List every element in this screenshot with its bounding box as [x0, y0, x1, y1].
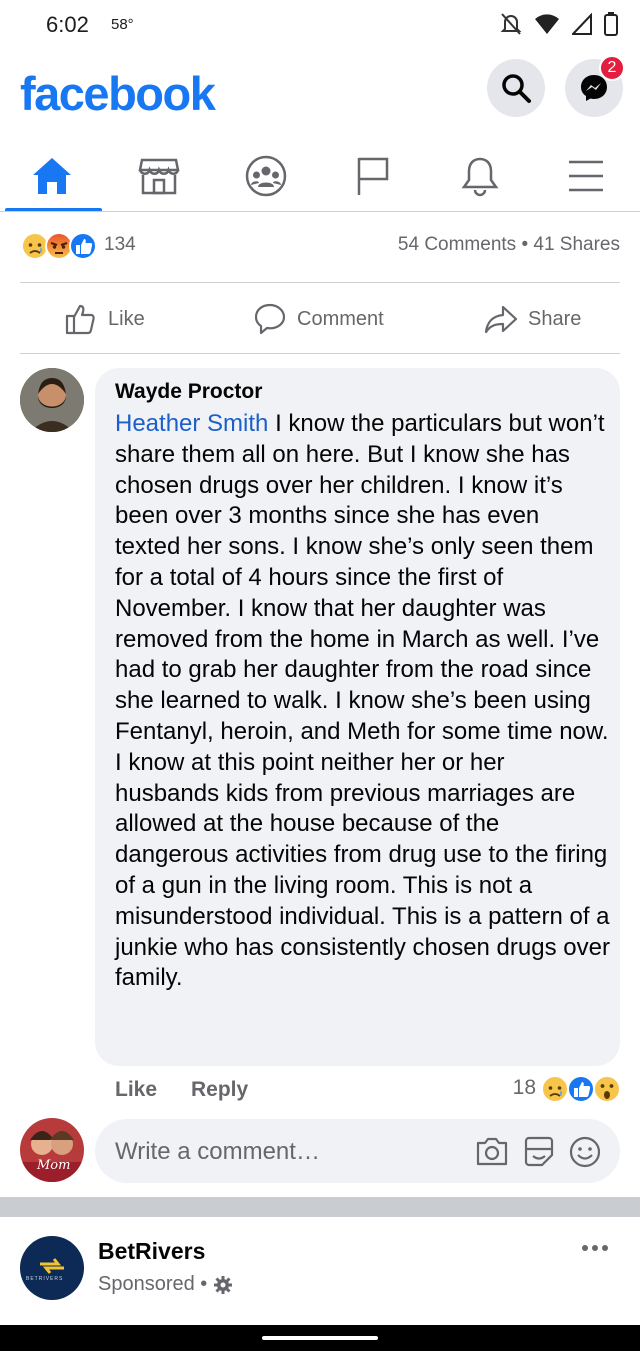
feed-separator: [0, 1197, 640, 1217]
comment-text: Heather Smith I know the particulars but…: [115, 409, 610, 994]
messenger-badge: 2: [599, 55, 625, 81]
comment-button[interactable]: Comment: [253, 302, 384, 336]
groups-icon: [245, 155, 287, 197]
wow-reaction-icon: [593, 1075, 621, 1103]
reaction-count[interactable]: 134: [104, 234, 136, 256]
commenter-avatar[interactable]: [20, 368, 84, 432]
my-avatar[interactable]: Mom: [20, 1118, 84, 1182]
comments-shares-count[interactable]: 54 Comments • 41 Shares: [398, 234, 620, 256]
divider: [20, 282, 620, 283]
tagged-user-link[interactable]: Heather Smith: [115, 410, 268, 437]
sponsor-logo-text: BETRIVERS: [26, 1276, 64, 1282]
sticker-icon[interactable]: [522, 1135, 556, 1169]
reaction-icons[interactable]: [20, 231, 100, 261]
marketplace-icon: [138, 158, 180, 195]
home-icon: [33, 158, 71, 194]
bell-icon: [461, 157, 499, 197]
comment-reply-button[interactable]: Reply: [191, 1078, 248, 1102]
status-icons: [500, 12, 618, 36]
share-label: Share: [528, 307, 582, 330]
wifi-icon: [535, 14, 559, 34]
camera-icon[interactable]: [475, 1135, 509, 1167]
status-time: 6:02: [46, 12, 89, 37]
more-options-icon[interactable]: [580, 1243, 610, 1253]
comment-bubble-icon: [254, 303, 286, 335]
comment-like-button[interactable]: Like: [115, 1078, 157, 1102]
search-button[interactable]: [487, 59, 545, 117]
sponsor-name[interactable]: BetRivers: [98, 1238, 205, 1265]
sponsor-avatar[interactable]: BETRIVERS: [20, 1236, 84, 1300]
comment-reaction-count[interactable]: 18: [513, 1076, 536, 1100]
status-temperature: 58°: [111, 16, 134, 33]
battery-icon: [604, 12, 618, 36]
facebook-logo[interactable]: facebook: [20, 66, 216, 121]
comment-reaction-icons[interactable]: [540, 1074, 624, 1104]
emoji-icon[interactable]: [568, 1135, 602, 1169]
divider: [20, 353, 620, 354]
avatar-caption: Mom: [37, 1158, 71, 1173]
messenger-button[interactable]: 2: [565, 55, 625, 117]
like-label: Like: [108, 307, 145, 330]
pages-flag-icon: [357, 157, 389, 195]
share-button[interactable]: Share: [484, 302, 581, 336]
signal-icon: [572, 13, 592, 35]
tab-home[interactable]: [0, 142, 104, 210]
thumbs-up-icon: [65, 304, 95, 335]
comment-label: Comment: [297, 307, 384, 330]
status-bar: 6:02 58°: [0, 0, 640, 52]
like-reaction-icon: [69, 232, 97, 260]
gear-icon: [214, 1275, 233, 1294]
search-icon: [502, 74, 531, 103]
tab-notifications[interactable]: [428, 142, 532, 210]
like-button[interactable]: Like: [64, 302, 145, 336]
tab-menu[interactable]: [534, 142, 638, 210]
comment-author[interactable]: Wayde Proctor: [115, 380, 262, 404]
top-nav: [0, 142, 640, 212]
tab-marketplace[interactable]: [107, 142, 211, 210]
tab-groups[interactable]: [214, 142, 318, 210]
mute-icon: [500, 13, 522, 35]
comment-body: I know the particulars but won’t share t…: [115, 410, 610, 992]
sponsored-text: Sponsored •: [98, 1273, 208, 1295]
hamburger-menu-icon: [569, 160, 603, 192]
tab-pages[interactable]: [321, 142, 425, 210]
sponsored-label: Sponsored •: [98, 1273, 233, 1296]
nav-divider: [0, 211, 640, 212]
comment-input-placeholder[interactable]: Write a comment…: [115, 1138, 320, 1166]
home-indicator[interactable]: [262, 1336, 378, 1340]
share-arrow-icon: [484, 305, 518, 334]
